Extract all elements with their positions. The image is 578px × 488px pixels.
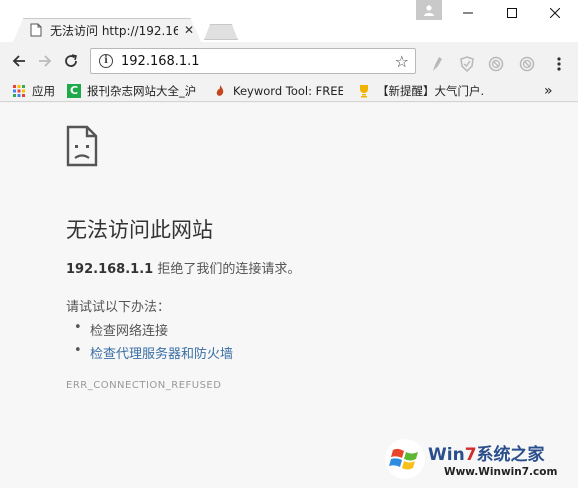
- watermark: Win7系统之家 Www.Winwin7.com: [380, 432, 578, 488]
- extension-brush-icon[interactable]: [428, 55, 446, 73]
- reload-button[interactable]: [60, 50, 82, 72]
- reload-icon: [65, 54, 77, 67]
- menu-button[interactable]: [550, 55, 568, 73]
- extension-block-icon-2[interactable]: [518, 55, 536, 73]
- address-bar[interactable]: i 192.168.1.1 ☆: [90, 48, 416, 74]
- bookmark-label: Keyword Tool: FREE: [233, 84, 343, 98]
- maximize-icon: [507, 8, 517, 18]
- suggestion-check-proxy-link[interactable]: 检查代理服务器和防火墙: [74, 343, 233, 362]
- error-message: 拒绝了我们的连接请求。: [157, 262, 301, 277]
- bookmark-star-icon[interactable]: ☆: [395, 52, 409, 71]
- minimize-button[interactable]: [445, 0, 491, 26]
- minimize-icon: [463, 12, 473, 14]
- maximize-button[interactable]: [489, 0, 535, 26]
- bookmarks-bar: 应用 C 报刊杂志网站大全_沪 Keyword Tool: FREE 【新提醒】…: [0, 78, 578, 102]
- back-arrow-icon: [12, 55, 25, 67]
- error-title: 无法访问此网站: [66, 218, 213, 242]
- url-text[interactable]: 192.168.1.1: [121, 54, 395, 69]
- new-tab-button[interactable]: [204, 24, 238, 40]
- forward-button[interactable]: [34, 50, 56, 72]
- window-titlebar: 无法访问 http://192.168. ✕: [0, 0, 578, 44]
- extension-block-icon[interactable]: [487, 55, 505, 73]
- apps-grid-icon: [13, 85, 25, 97]
- bookmarks-overflow-button[interactable]: »: [544, 82, 560, 100]
- forward-arrow-icon: [39, 55, 52, 67]
- back-button[interactable]: [8, 50, 30, 72]
- bookmark-label: 应用: [32, 84, 55, 98]
- bookmark-apps[interactable]: 应用: [12, 82, 64, 100]
- tab-title: 无法访问 http://192.168.: [50, 23, 178, 38]
- error-host: 192.168.1.1: [66, 262, 154, 277]
- page-icon: [30, 23, 42, 37]
- suggestion-check-network: 检查网络连接: [74, 320, 168, 339]
- watermark-url: Www.Winwin7.com: [444, 466, 558, 478]
- green-c-icon: C: [67, 84, 81, 98]
- bookmark-portal[interactable]: 【新提醒】大气门户.: [357, 82, 485, 100]
- error-code: ERR_CONNECTION_REFUSED: [66, 380, 222, 391]
- extension-shield-icon[interactable]: [458, 55, 476, 73]
- bookmark-label: 报刊杂志网站大全_沪: [87, 84, 197, 98]
- watermark-brand: Win7系统之家: [428, 445, 545, 465]
- menu-dots-icon: [557, 57, 561, 71]
- sad-page-icon: [66, 125, 98, 167]
- user-profile-button[interactable]: [416, 0, 442, 20]
- bookmark-journal-sites[interactable]: C 报刊杂志网站大全_沪: [67, 82, 199, 100]
- trophy-icon: [360, 85, 368, 98]
- tab-close-icon[interactable]: ✕: [184, 23, 194, 37]
- user-icon: [424, 5, 434, 16]
- bookmark-label: 【新提醒】大气门户.: [377, 84, 485, 98]
- try-label: 请试试以下办法：: [66, 300, 171, 315]
- info-icon[interactable]: i: [99, 54, 113, 68]
- tab-content[interactable]: 无法访问 http://192.168. ✕: [26, 18, 202, 42]
- flame-icon: [216, 85, 224, 96]
- error-description: 192.168.1.1 拒绝了我们的连接请求。: [66, 258, 300, 277]
- close-icon: [550, 8, 560, 18]
- browser-toolbar: i 192.168.1.1 ☆: [0, 42, 578, 78]
- bookmark-keyword-tool[interactable]: Keyword Tool: FREE: [213, 82, 343, 100]
- close-window-button[interactable]: [532, 0, 578, 26]
- chevron-right-double-icon: »: [544, 83, 553, 99]
- windows-logo-icon: [385, 439, 425, 479]
